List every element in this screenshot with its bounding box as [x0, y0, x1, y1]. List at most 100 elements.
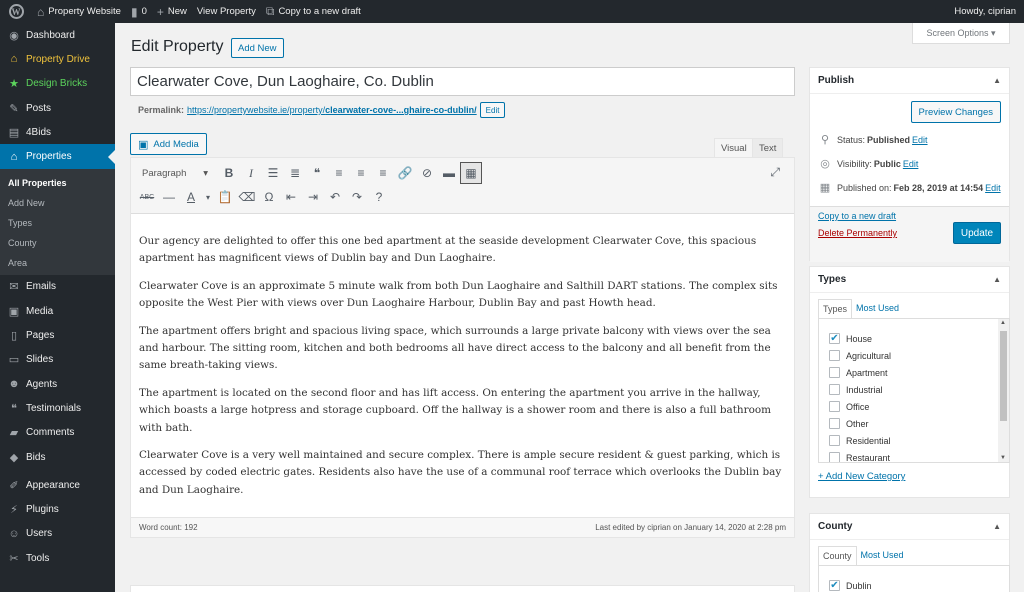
submenu-add-new[interactable]: Add New	[0, 193, 115, 213]
indent-icon[interactable]: ⇥	[302, 186, 324, 208]
scroll-down-icon[interactable]: ▼	[1000, 455, 1006, 461]
sidebar-item-properties[interactable]: ⌂ Properties	[0, 144, 115, 169]
outdent-icon[interactable]: ⇤	[280, 186, 302, 208]
user-menu[interactable]: Howdy, ciprian	[949, 0, 1024, 23]
sidebar-item-appearance[interactable]: ✐ Appearance	[0, 473, 115, 497]
list-item[interactable]: ✔ Dublin	[819, 577, 1009, 592]
visibility-edit-link[interactable]: Edit	[903, 159, 919, 169]
sidebar-item-media[interactable]: ▣ Media	[0, 299, 115, 323]
list-item[interactable]: Apartment	[819, 364, 1009, 381]
sidebar-item-4bids[interactable]: ▤ 4Bids	[0, 120, 115, 144]
paste-text-icon[interactable]: 📋	[214, 186, 236, 208]
submenu-all-properties[interactable]: All Properties	[0, 173, 115, 193]
tab-county-most-used[interactable]: Most Used	[857, 546, 908, 566]
sidebar-item-pages[interactable]: ▯ Pages	[0, 323, 115, 347]
checkbox[interactable]	[829, 367, 840, 378]
tab-text[interactable]: Text	[752, 138, 784, 158]
checkbox[interactable]	[829, 418, 840, 429]
copy-draft-link[interactable]: ⧉ Copy to a new draft	[261, 0, 366, 23]
tab-county-all[interactable]: County	[818, 546, 857, 566]
list-item[interactable]: Restaurant	[819, 449, 1009, 462]
numbered-list-icon[interactable]: ≣	[284, 162, 306, 184]
special-character-icon[interactable]: Ω	[258, 186, 280, 208]
italic-icon[interactable]: I	[240, 162, 262, 184]
published-on-edit-link[interactable]: Edit	[985, 183, 1001, 193]
link-icon[interactable]: 🔗	[394, 162, 416, 184]
checkbox[interactable]	[829, 384, 840, 395]
site-name-link[interactable]: ⌂ Property Website	[32, 0, 126, 23]
caret-down-icon[interactable]: ▾	[202, 186, 214, 208]
list-item[interactable]: ✔ House	[819, 330, 1009, 347]
collapse-icon[interactable]: ▲	[993, 76, 1001, 85]
bullet-list-icon[interactable]: ☰	[262, 162, 284, 184]
toolbar-toggle-icon[interactable]: ▦	[460, 162, 482, 184]
checkbox-checked[interactable]: ✔	[829, 333, 840, 344]
sidebar-item-emails[interactable]: ✉ Emails	[0, 275, 115, 299]
sidebar-item-plugins[interactable]: ⚡ Plugins	[0, 497, 115, 521]
new-content-link[interactable]: + New	[152, 0, 192, 23]
scrollbar[interactable]: ▲ ▼	[998, 319, 1009, 462]
align-right-icon[interactable]: ≡	[372, 162, 394, 184]
sidebar-item-posts[interactable]: ✎ Posts	[0, 96, 115, 120]
list-item[interactable]: Other	[819, 415, 1009, 432]
sidebar-item-design-bricks[interactable]: ★ Design Bricks	[0, 72, 115, 96]
add-media-button[interactable]: ▣ Add Media	[130, 133, 207, 155]
help-icon[interactable]: ?	[368, 186, 390, 208]
delete-permanently-link[interactable]: Delete Permanently	[818, 228, 897, 238]
comments-link[interactable]: ▮ 0	[126, 0, 152, 23]
paragraph-format-select[interactable]: Paragraph ▾	[136, 163, 214, 183]
text-color-icon[interactable]: A	[180, 186, 202, 208]
editor-content[interactable]: Our agency are delighted to offer this o…	[131, 214, 794, 499]
collapse-icon[interactable]: ▲	[993, 275, 1001, 284]
tab-visual[interactable]: Visual	[714, 138, 754, 158]
checkbox-checked[interactable]: ✔	[829, 580, 840, 591]
clear-formatting-icon[interactable]: ⌫	[236, 186, 258, 208]
blockquote-icon[interactable]: ❝	[306, 162, 328, 184]
sidebar-item-bids[interactable]: ◆ Bids	[0, 445, 115, 469]
fullscreen-icon[interactable]: ⤢	[770, 165, 780, 180]
submenu-area[interactable]: Area	[0, 253, 115, 273]
sidebar-item-tools[interactable]: ✂ Tools	[0, 546, 115, 570]
list-item[interactable]: Residential	[819, 432, 1009, 449]
read-more-icon[interactable]: ▬	[438, 162, 460, 184]
strikethrough-icon[interactable]: ABC	[136, 186, 158, 208]
types-box-header[interactable]: Types ▲	[810, 267, 1009, 293]
county-box-header[interactable]: County ▲	[810, 514, 1009, 540]
checkbox[interactable]	[829, 452, 840, 462]
wordpress-logo-icon[interactable]: W	[0, 0, 32, 23]
add-new-button[interactable]: Add New	[231, 38, 284, 58]
status-edit-link[interactable]: Edit	[912, 135, 928, 145]
align-center-icon[interactable]: ≡	[350, 162, 372, 184]
preview-changes-button[interactable]: Preview Changes	[910, 101, 1001, 123]
submenu-types[interactable]: Types	[0, 213, 115, 233]
screen-options-button[interactable]: Screen Options ▾	[912, 23, 1010, 44]
scroll-up-icon[interactable]: ▲	[1000, 320, 1006, 326]
view-property-link[interactable]: View Property	[192, 0, 261, 23]
sidebar-item-testimonials[interactable]: ❝ Testimonials	[0, 396, 115, 420]
checkbox[interactable]	[829, 435, 840, 446]
horizontal-line-icon[interactable]: —	[158, 186, 180, 208]
redo-icon[interactable]: ↷	[346, 186, 368, 208]
bold-icon[interactable]: B	[218, 162, 240, 184]
tab-types-most-used[interactable]: Most Used	[852, 299, 903, 319]
sidebar-item-property-drive[interactable]: ⌂ Property Drive	[0, 47, 115, 71]
sidebar-item-slides[interactable]: ▭ Slides	[0, 348, 115, 372]
list-item[interactable]: Industrial	[819, 381, 1009, 398]
sidebar-item-comments[interactable]: ▰ Comments	[0, 421, 115, 445]
add-new-category-link[interactable]: + Add New Category	[818, 471, 905, 482]
submenu-county[interactable]: County	[0, 233, 115, 253]
permalink-link[interactable]: https://propertywebsite.ie/property/clea…	[187, 105, 477, 115]
sidebar-item-dashboard[interactable]: ◉ Dashboard	[0, 23, 115, 47]
list-item[interactable]: Agricultural	[819, 347, 1009, 364]
checkbox[interactable]	[829, 401, 840, 412]
publish-box-header[interactable]: Publish ▲	[810, 68, 1009, 94]
undo-icon[interactable]: ↶	[324, 186, 346, 208]
scrollbar-thumb[interactable]	[1000, 331, 1007, 421]
post-title-input[interactable]: Clearwater Cove, Dun Laoghaire, Co. Dubl…	[130, 67, 795, 96]
update-button[interactable]: Update	[953, 222, 1001, 244]
copy-to-draft-link[interactable]: Copy to a new draft	[818, 211, 896, 221]
checkbox[interactable]	[829, 350, 840, 361]
unlink-icon[interactable]: ⊘	[416, 162, 438, 184]
list-item[interactable]: Office	[819, 398, 1009, 415]
permalink-edit-button[interactable]: Edit	[479, 102, 506, 118]
